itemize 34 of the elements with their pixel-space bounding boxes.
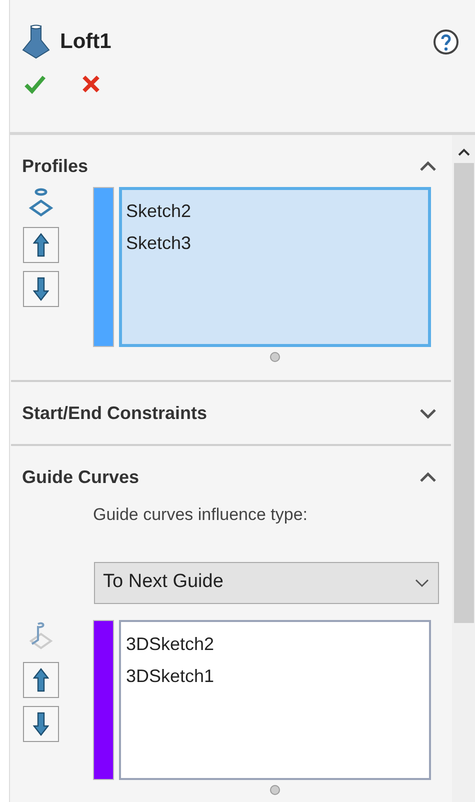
dropdown-caret-icon: [414, 578, 430, 588]
ok-check-icon[interactable]: [24, 74, 46, 94]
move-down-button[interactable]: [23, 706, 59, 742]
move-down-button[interactable]: [23, 271, 59, 307]
move-up-button[interactable]: [23, 227, 59, 263]
list-item[interactable]: 3DSketch1: [126, 660, 424, 692]
up-arrow-icon: [33, 233, 49, 257]
scrollbar[interactable]: [452, 135, 475, 802]
loft-feature-icon: [22, 24, 50, 60]
cancel-icon[interactable]: [82, 75, 100, 93]
selection-list[interactable]: Sketch2 Sketch3: [119, 187, 431, 347]
resize-handle[interactable]: [270, 784, 280, 794]
up-arrow-icon: [33, 668, 49, 692]
feature-title: Loft1: [60, 29, 112, 56]
move-up-button[interactable]: [23, 662, 59, 698]
down-arrow-icon: [33, 277, 49, 301]
down-arrow-icon: [33, 712, 49, 736]
influence-label: Guide curves influence type:: [93, 504, 309, 526]
expand-chevron-icon[interactable]: [419, 407, 437, 419]
section-title[interactable]: Profiles: [22, 152, 88, 180]
scroll-up-icon[interactable]: [456, 147, 470, 157]
list-item[interactable]: Sketch2: [126, 195, 424, 227]
section-title[interactable]: Start/End Constraints: [22, 400, 208, 426]
influence-dropdown[interactable]: To Next Guide: [94, 562, 439, 604]
scroll-thumb[interactable]: [454, 163, 474, 623]
section-title[interactable]: Guide Curves: [22, 464, 140, 490]
help-icon[interactable]: [433, 29, 459, 55]
collapse-chevron-icon[interactable]: [419, 471, 437, 483]
list-item[interactable]: Sketch3: [126, 227, 424, 259]
collapse-chevron-icon[interactable]: [419, 160, 437, 172]
profile-icon: [28, 187, 54, 219]
selection-list[interactable]: 3DSketch2 3DSketch1: [119, 620, 431, 780]
list-item[interactable]: 3DSketch2: [126, 628, 424, 660]
resize-handle[interactable]: [270, 352, 280, 362]
